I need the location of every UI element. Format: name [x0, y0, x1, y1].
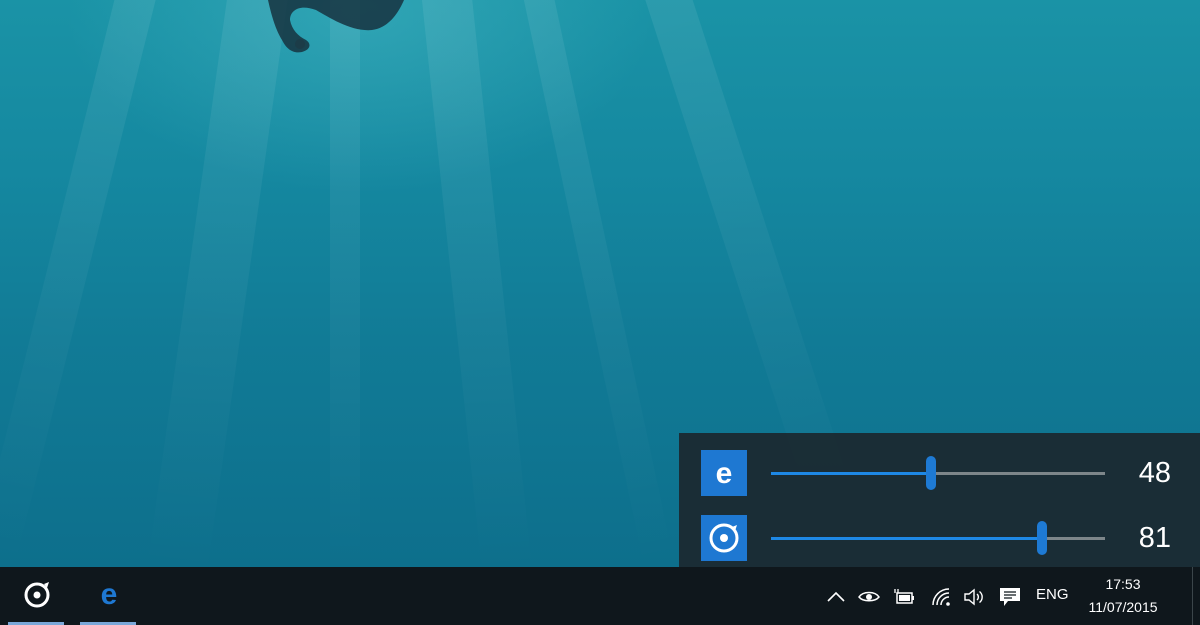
- action-center-icon[interactable]: [998, 585, 1022, 609]
- mixer-row-edge: e 48: [679, 445, 1200, 496]
- show-desktop-button[interactable]: [1192, 567, 1200, 625]
- edge-icon[interactable]: e: [701, 450, 747, 496]
- language-indicator[interactable]: ENG: [1036, 586, 1069, 603]
- svg-text:e: e: [716, 457, 733, 490]
- svg-text:e: e: [101, 579, 118, 609]
- volume-mixer-flyout: e 48 81: [679, 433, 1200, 567]
- slider-thumb[interactable]: [926, 456, 937, 490]
- wifi-icon[interactable]: [929, 585, 953, 609]
- edge-icon: e: [101, 579, 118, 609]
- taskbar: e ENG 17:53 11/07/2015: [0, 567, 1200, 625]
- groove-music-icon: [24, 582, 50, 608]
- slider-fill: [771, 472, 932, 475]
- eye-icon[interactable]: [857, 585, 881, 609]
- clock-time: 17:53: [1105, 576, 1141, 592]
- groove-music-icon[interactable]: [701, 515, 747, 561]
- groove-volume-value: 81: [1138, 522, 1171, 554]
- light-ray: [146, 0, 290, 567]
- light-ray: [420, 0, 533, 567]
- speaker-icon[interactable]: [962, 585, 986, 609]
- edge-volume-value: 48: [1138, 457, 1171, 489]
- light-ray: [0, 0, 160, 567]
- taskbar-edge-button[interactable]: e: [80, 567, 136, 625]
- chevron-up-icon[interactable]: [824, 585, 848, 609]
- clock[interactable]: 17:53 11/07/2015: [1088, 573, 1158, 619]
- slider-fill: [771, 537, 1042, 540]
- swimmer-silhouette: [268, 0, 404, 53]
- light-ray: [520, 0, 675, 567]
- slider-thumb[interactable]: [1036, 521, 1047, 555]
- mixer-row-groove: 81: [679, 510, 1200, 561]
- taskbar-groove-music-button[interactable]: [8, 567, 64, 625]
- clock-date: 11/07/2015: [1088, 599, 1158, 615]
- light-ray: [330, 0, 360, 567]
- battery-plug-icon[interactable]: [892, 585, 916, 609]
- edge-volume-slider[interactable]: [771, 456, 1105, 490]
- groove-volume-slider[interactable]: [771, 521, 1105, 555]
